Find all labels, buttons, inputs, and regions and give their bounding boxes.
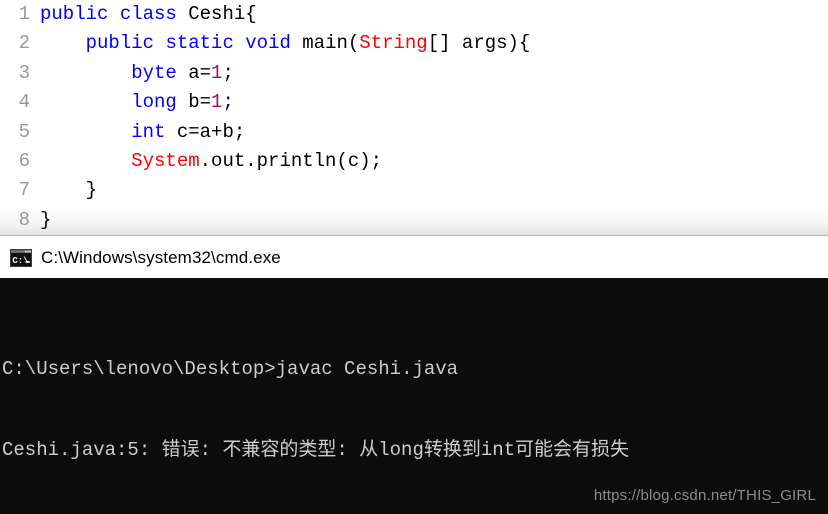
code-line-3[interactable]: byte a=1; xyxy=(40,59,828,88)
code-token: System xyxy=(131,150,200,173)
code-line-row[interactable]: 8 } xyxy=(0,206,828,235)
code-token: .out.println(c); xyxy=(199,150,383,173)
code-token: static xyxy=(165,32,234,55)
code-token: public xyxy=(85,32,155,55)
line-number-1: 1 xyxy=(18,3,30,25)
code-lines-body: 1 public class Ceshi{ 2 public static vo… xyxy=(0,0,828,235)
code-token: a= xyxy=(176,61,212,84)
code-token: int xyxy=(131,120,166,143)
line-number-2: 2 xyxy=(18,32,30,55)
code-token: byte xyxy=(131,61,177,84)
code-token: } xyxy=(40,208,52,231)
code-line-row[interactable]: 3 byte a=1; xyxy=(0,59,828,88)
cmd-console-icon: C:\ xyxy=(10,248,32,267)
code-token: class xyxy=(119,3,177,25)
code-token: 1 xyxy=(211,91,223,114)
code-line-1[interactable]: public class Ceshi{ xyxy=(40,0,828,29)
screenshot-root: 1 public class Ceshi{ 2 public static vo… xyxy=(0,0,828,514)
code-token: ; xyxy=(222,61,234,84)
code-token: c=a+b; xyxy=(165,120,246,143)
line-number-4: 4 xyxy=(18,91,30,114)
code-line-2[interactable]: public static void main(String[] args){ xyxy=(40,29,828,58)
line-number-5: 5 xyxy=(18,120,30,143)
code-token: 1 xyxy=(211,61,223,84)
code-token: public xyxy=(40,3,109,25)
code-line-5[interactable]: int c=a+b; xyxy=(40,118,828,147)
java-code-editor[interactable]: 1 public class Ceshi{ 2 public static vo… xyxy=(0,0,828,236)
code-lines-table: 1 public class Ceshi{ 2 public static vo… xyxy=(0,0,828,235)
code-line-8[interactable]: } xyxy=(40,206,828,235)
code-line-6[interactable]: System.out.println(c); xyxy=(40,147,828,176)
line-number-6: 6 xyxy=(18,150,30,173)
watermark: https://blog.csdn.net/THIS_GIRL xyxy=(593,487,816,504)
code-token: [] args){ xyxy=(427,32,531,55)
terminal-line-command: C:\Users\lenovo\Desktop>javac Ceshi.java xyxy=(2,358,459,380)
code-line-row[interactable]: 6 System.out.println(c); xyxy=(0,147,828,176)
code-line-row[interactable]: 5 int c=a+b; xyxy=(0,118,828,147)
line-number-7: 7 xyxy=(18,179,30,202)
code-token: b= xyxy=(176,91,212,114)
code-token: main( xyxy=(290,32,360,55)
code-token: ; xyxy=(222,91,234,114)
code-token: String xyxy=(359,32,428,55)
code-line-4[interactable]: long b=1; xyxy=(40,88,828,117)
code-line-row[interactable]: 7 } xyxy=(0,176,828,205)
code-line-row[interactable]: 1 public class Ceshi{ xyxy=(0,0,828,29)
code-line-row[interactable]: 4 long b=1; xyxy=(0,88,828,117)
terminal-output: C:\Users\lenovo\Desktop>javac Ceshi.java… xyxy=(0,278,828,514)
cmd-window-title: C:\Windows\system32\cmd.exe xyxy=(41,247,281,267)
terminal-line-error: Ceshi.java:5: 错误: 不兼容的类型: 从long转换到int可能会… xyxy=(2,439,630,461)
code-token: void xyxy=(245,32,291,55)
code-token: Ceshi{ xyxy=(176,3,257,25)
cmd-window-titlebar[interactable]: C:\ C:\Windows\system32\cmd.exe xyxy=(0,237,828,278)
cmd-terminal[interactable]: C:\Users\lenovo\Desktop>javac Ceshi.java… xyxy=(0,278,828,514)
line-number-3: 3 xyxy=(18,61,30,84)
code-token: long xyxy=(131,91,177,114)
code-line-7[interactable]: } xyxy=(40,176,828,205)
code-line-row[interactable]: 2 public static void main(String[] args)… xyxy=(0,29,828,58)
code-token: } xyxy=(40,179,98,202)
line-number-8: 8 xyxy=(18,208,30,231)
